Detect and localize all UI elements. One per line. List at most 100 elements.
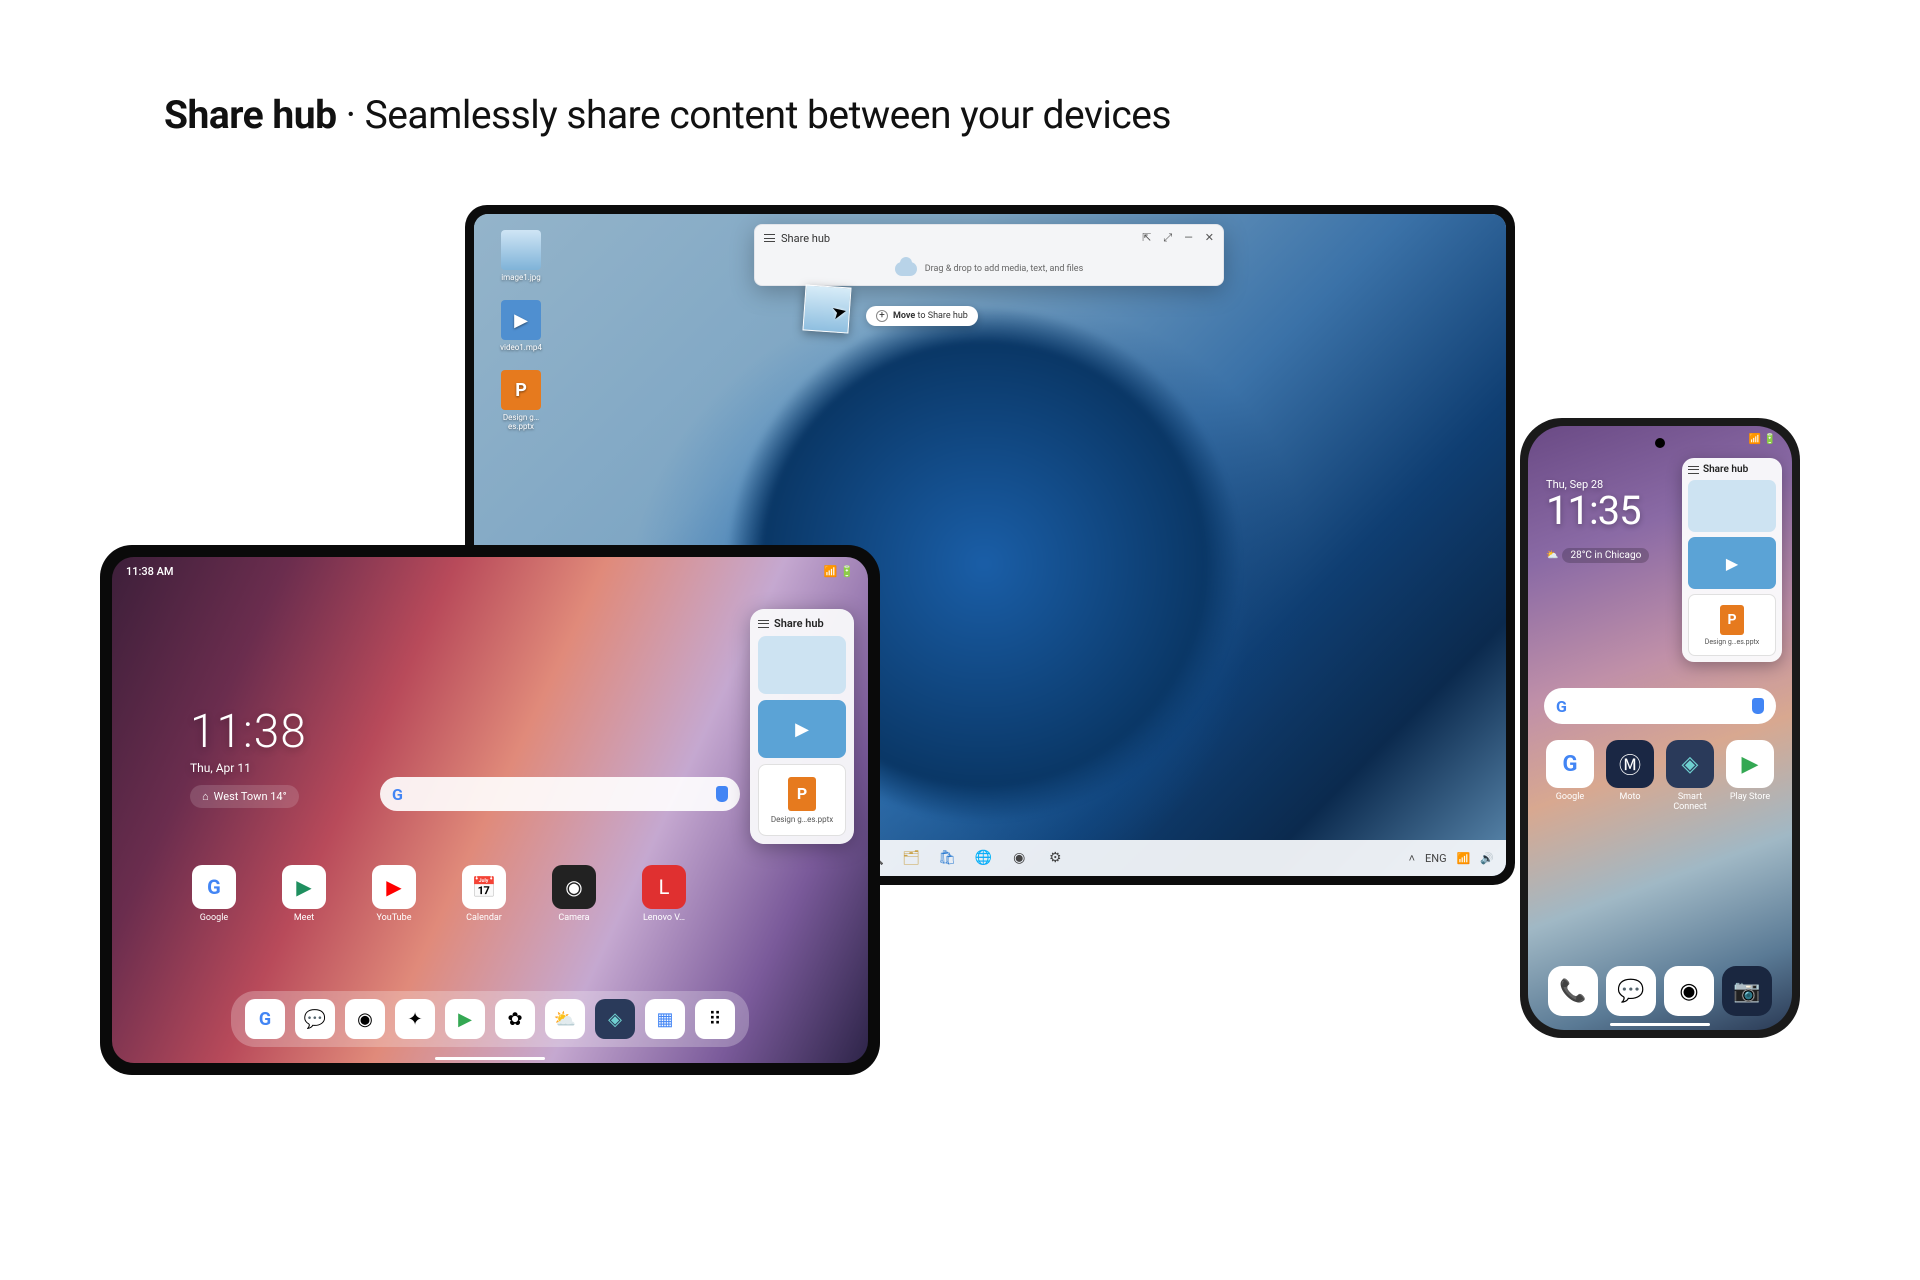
taskbar-store-icon[interactable]: 🛍 [936,847,958,869]
status-icons: 📶 🔋 [1749,434,1776,445]
share-item-image[interactable] [1688,480,1776,532]
pptx-icon: P [788,777,816,811]
phone-search-bar[interactable]: G [1544,688,1776,724]
tray-wifi-icon[interactable]: 📶 [1457,852,1471,865]
share-hub-title: Share hub [1703,464,1748,475]
share-hub-dropzone[interactable]: Drag & drop to add media, text, and file… [755,251,1223,287]
tray-chevron-icon[interactable]: ˄ [1409,852,1415,865]
tablet-screen: 11:38 AM 📶 🔋 11:38 Thu, Apr 11 ⌂ West To… [112,557,868,1063]
app-lenovo[interactable]: LLenovo V… [640,865,688,923]
tablet-share-hub-panel[interactable]: Share hub ▶ P Design g…es.pptx [750,609,854,844]
dock-smartconnect[interactable]: ◈ [595,999,635,1039]
google-logo-icon: G [1556,697,1567,716]
video-thumb-icon: ▶ [501,300,541,340]
dock-google[interactable]: G [245,999,285,1039]
status-icons: 📶 🔋 [824,565,854,578]
share-hub-title: Share hub [781,232,830,245]
app-play-store[interactable]: ▶Play Store [1724,740,1776,812]
app-label: Google [1544,792,1596,802]
phone-nav-handle[interactable] [1610,1023,1710,1026]
tablet-search-bar[interactable]: G [380,777,740,811]
app-label: YouTube [370,913,418,923]
status-time: 11:38 AM [126,565,174,578]
dock-messages[interactable]: 💬 [295,999,335,1039]
phone-clock-widget[interactable]: Thu, Sep 28 11:35 [1546,478,1641,531]
pin-button[interactable]: ⇱ [1142,231,1151,245]
desktop-icon-label: image1.jpg [494,273,548,282]
hamburger-icon[interactable] [758,620,769,628]
tablet-weather-chip[interactable]: ⌂ West Town 14° [190,785,299,808]
drag-tooltip: + Move to Share hub [866,306,978,326]
heading-sep: · [337,92,365,138]
mic-icon[interactable] [1752,698,1764,714]
share-item-image[interactable] [758,636,846,694]
share-item-video[interactable]: ▶ [1688,537,1776,589]
taskbar-settings-icon[interactable]: ⚙ [1044,847,1066,869]
app-meet[interactable]: ▶Meet [280,865,328,923]
minimize-button[interactable]: — [1184,231,1193,245]
dock-camera[interactable]: 📷 [1722,966,1772,1016]
tray-volume-icon[interactable]: 🔊 [1480,852,1494,865]
tablet-status-bar: 11:38 AM 📶 🔋 [126,565,854,578]
page-heading: Share hub · Seamlessly share content bet… [164,92,1171,138]
hamburger-icon[interactable] [1688,466,1699,474]
desktop-icon-image[interactable]: image1.jpg [494,230,548,282]
phone-dock: 📞 💬 ◉ 📷 [1544,966,1776,1016]
google-logo-icon: G [392,785,403,804]
clock-time: 11:38 [190,705,307,759]
phone-app-grid: GGoogle ⓂMoto ◈Smart Connect ▶Play Store [1544,740,1776,812]
app-camera[interactable]: ◉Camera [550,865,598,923]
dock-messages[interactable]: 💬 [1606,966,1656,1016]
app-smart-connect[interactable]: ◈Smart Connect [1664,740,1716,812]
dock-photos[interactable]: ✿ [495,999,535,1039]
image-thumb-icon [501,230,541,270]
hamburger-icon[interactable] [764,234,775,242]
app-youtube[interactable]: ▶YouTube [370,865,418,923]
dock-chrome[interactable]: ◉ [345,999,385,1039]
dock-phone[interactable]: 📞 [1548,966,1598,1016]
app-google[interactable]: GGoogle [1544,740,1596,812]
share-hub-title: Share hub [774,617,824,630]
expand-button[interactable]: ⤢ [1163,231,1172,245]
tablet-app-row: GGoogle ▶Meet ▶YouTube 📅Calendar ◉Camera… [190,865,688,923]
app-label: Calendar [460,913,508,923]
app-google[interactable]: GGoogle [190,865,238,923]
desktop-icon-label: Design g…es.pptx [494,413,548,431]
share-hub-window[interactable]: Share hub ⇱ ⤢ — ✕ Drag & drop to add med… [754,224,1224,286]
dock-apps[interactable]: ⠿ [695,999,735,1039]
tablet-clock-widget[interactable]: 11:38 Thu, Apr 11 [190,705,307,775]
taskbar-chrome-icon[interactable]: ◉ [1008,847,1030,869]
close-button[interactable]: ✕ [1205,231,1214,245]
dock-weather[interactable]: ⛅ [545,999,585,1039]
app-label: Smart Connect [1664,792,1716,812]
share-item-file[interactable]: P Design g…es.pptx [758,764,846,836]
phone-screen: 📶 🔋 Thu, Sep 28 11:35 ⛅28°C in Chicago G… [1528,426,1792,1030]
tablet-nav-handle[interactable] [435,1057,545,1060]
tray-language[interactable]: ENG [1425,852,1447,865]
share-item-filename: Design g…es.pptx [771,815,833,824]
app-calendar[interactable]: 📅Calendar [460,865,508,923]
share-item-file[interactable]: P Design g…es.pptx [1688,594,1776,656]
desktop-icon-video[interactable]: ▶ video1.mp4 [494,300,548,352]
taskbar-edge-icon[interactable]: 🌐 [972,847,994,869]
phone-weather-chip[interactable]: ⛅28°C in Chicago [1546,548,1649,563]
pptx-icon: P [501,370,541,410]
dock-chrome[interactable]: ◉ [1664,966,1714,1016]
tablet-dock: G 💬 ◉ ✦ ▶ ✿ ⛅ ◈ ▦ ⠿ [231,991,749,1047]
dock-files[interactable]: ▦ [645,999,685,1039]
weather-text: 28°C in Chicago [1562,548,1649,563]
dock-play[interactable]: ▶ [445,999,485,1039]
desktop-icon-pptx[interactable]: P Design g…es.pptx [494,370,548,431]
mic-icon[interactable] [716,786,728,802]
share-hub-titlebar[interactable]: Share hub ⇱ ⤢ — ✕ [755,225,1223,251]
clock-time: 11:35 [1546,491,1641,531]
taskbar-explorer-icon[interactable]: 🗂 [900,847,922,869]
app-moto[interactable]: ⓂMoto [1604,740,1656,812]
phone-share-hub-panel[interactable]: Share hub ▶ P Design g…es.pptx [1682,458,1782,662]
phone-device: 📶 🔋 Thu, Sep 28 11:35 ⛅28°C in Chicago G… [1520,418,1800,1038]
dock-assistant[interactable]: ✦ [395,999,435,1039]
tooltip-action: Move [893,311,915,321]
share-item-video[interactable]: ▶ [758,700,846,758]
pptx-icon: P [1720,605,1744,635]
weather-text: West Town 14° [214,790,287,803]
